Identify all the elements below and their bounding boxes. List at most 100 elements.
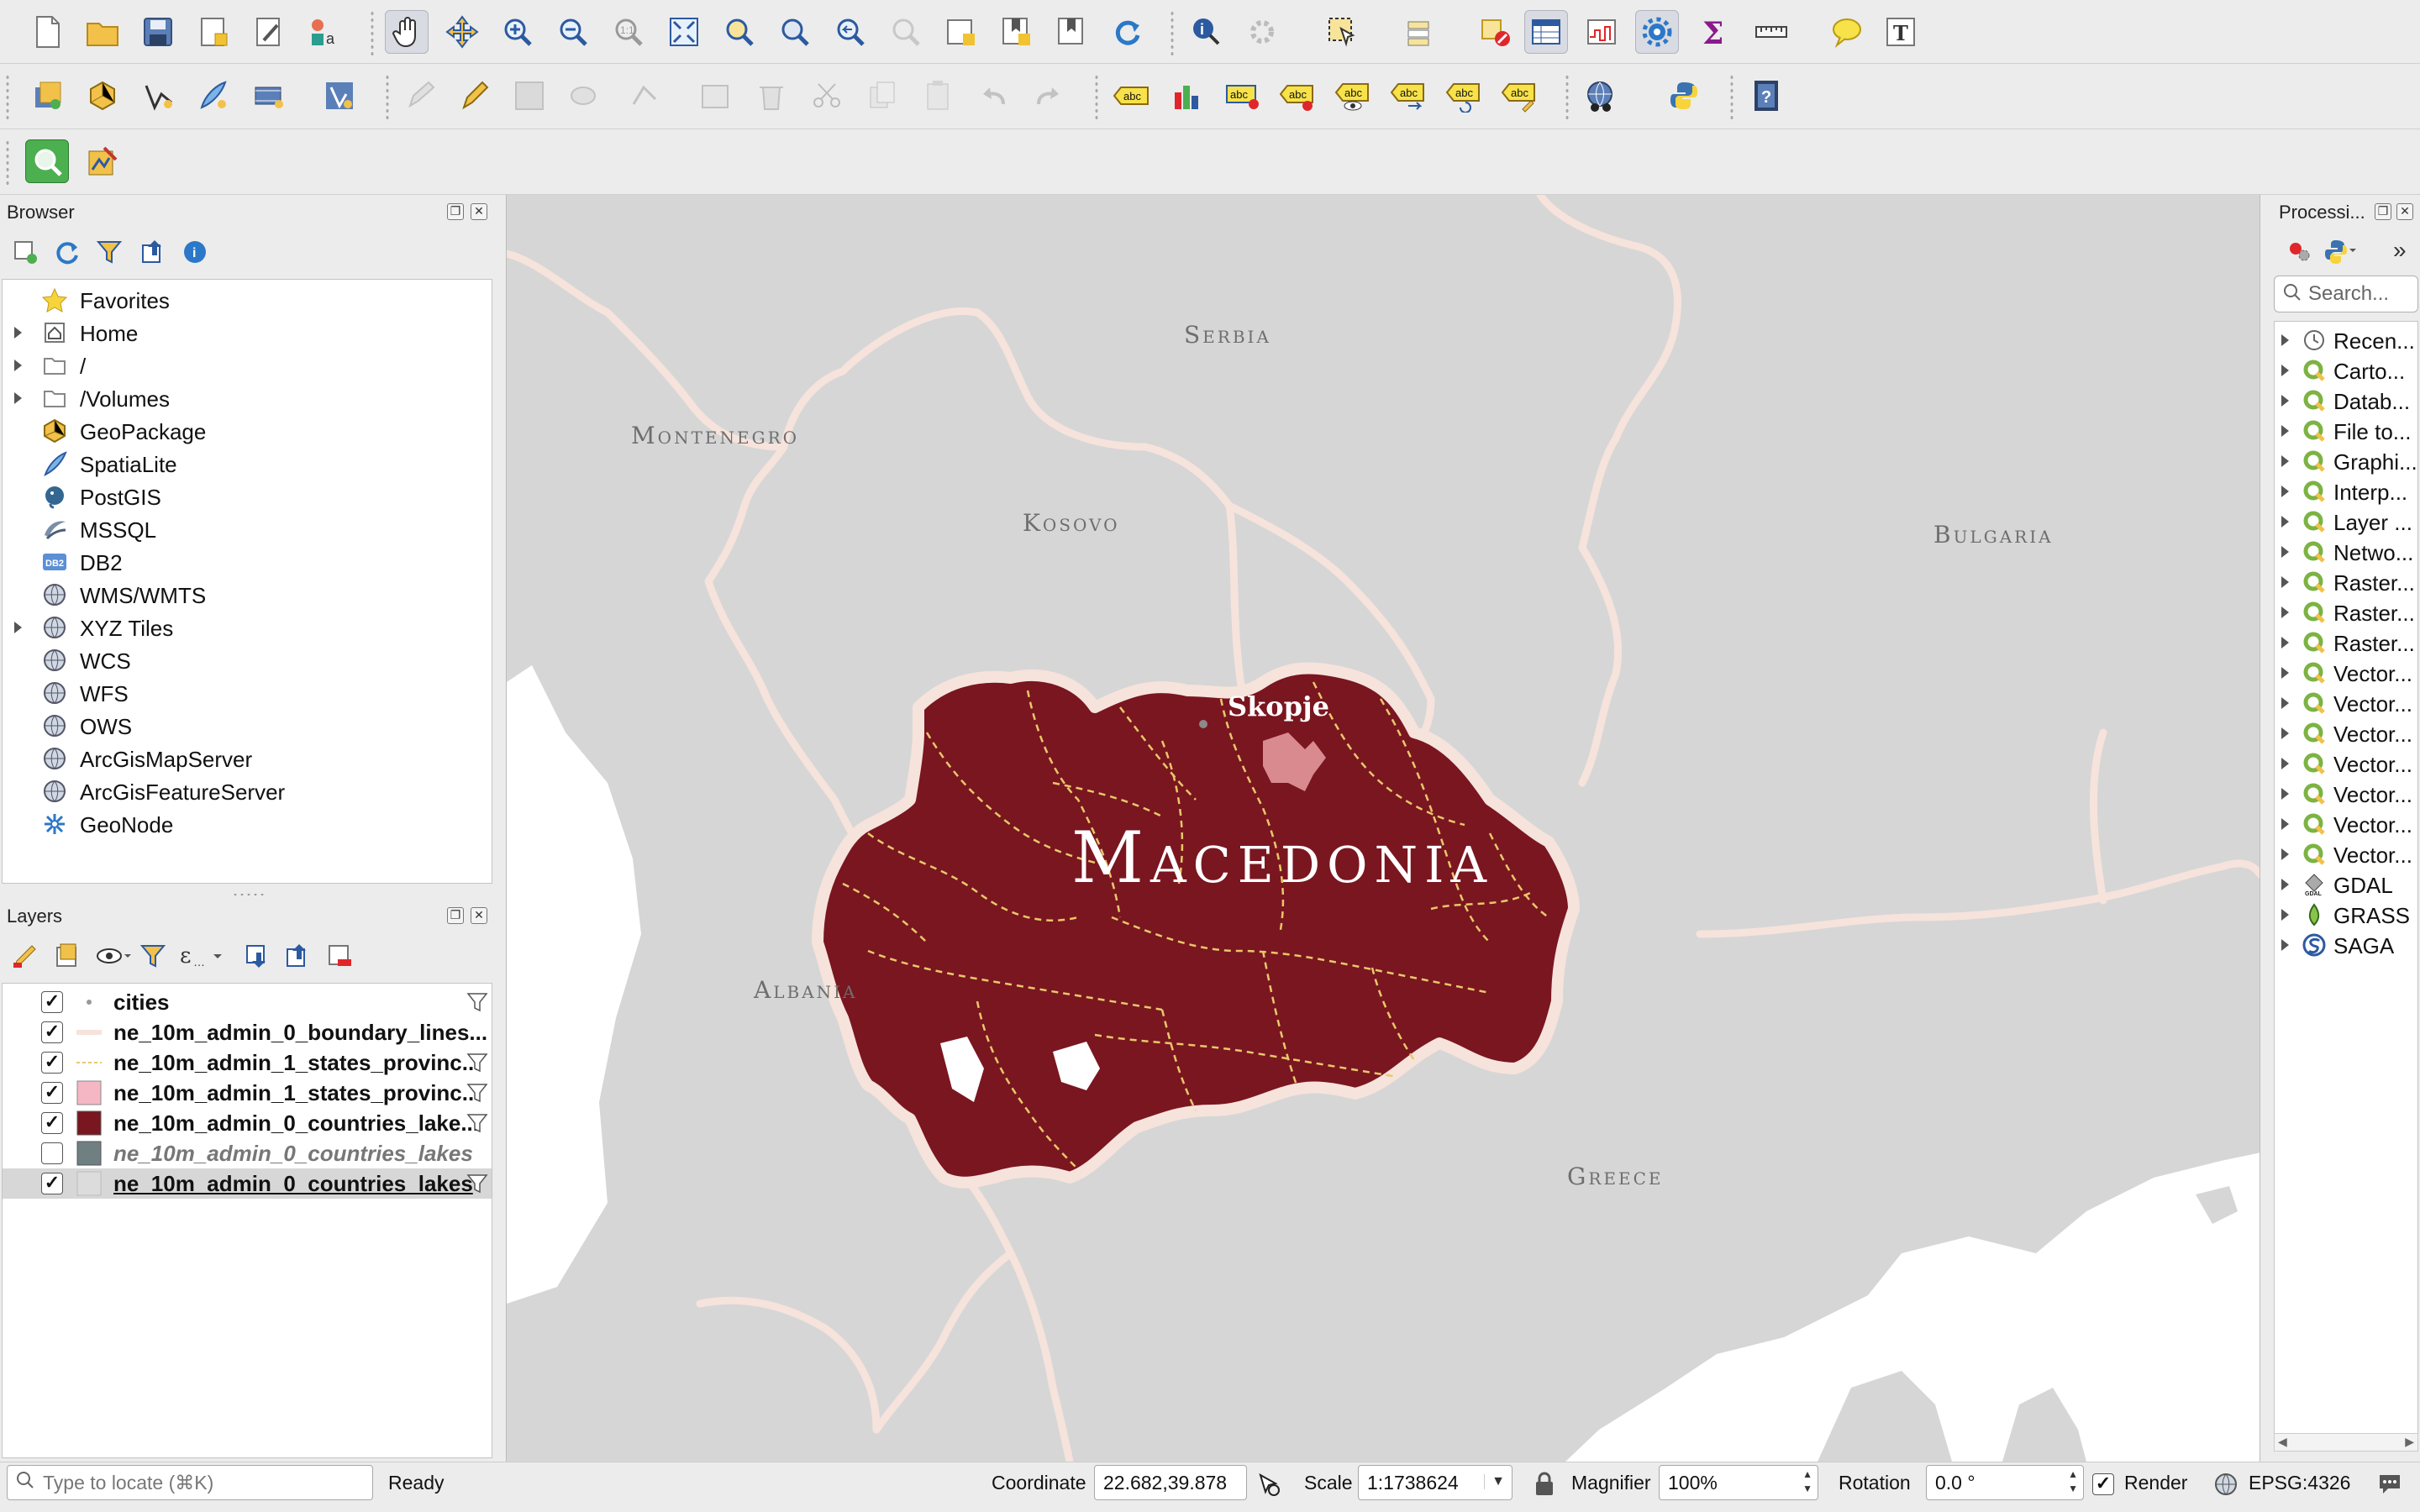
highlight-pinned-labels-icon[interactable]: abc [1276, 74, 1319, 118]
processing-provider-item[interactable]: Raster... [2275, 567, 2417, 597]
expand-arrow-icon[interactable] [2281, 879, 2289, 890]
processing-provider-item[interactable]: Interp... [2275, 476, 2417, 507]
expand-arrow-icon[interactable] [2281, 667, 2289, 679]
move-label-icon[interactable]: abc [1386, 74, 1430, 118]
zoom-last-icon[interactable] [829, 10, 872, 54]
pan-to-selection-icon[interactable] [440, 10, 484, 54]
processing-provider-item[interactable]: File to... [2275, 416, 2417, 446]
coordinate-field[interactable]: 22.682,39.878 [1094, 1465, 1247, 1500]
show-hide-labels-icon[interactable]: abc [1331, 74, 1375, 118]
layer-row[interactable]: ✓ ne_10m_admin_0_boundary_lines... [3, 1017, 492, 1047]
processing-provider-item[interactable]: Vector... [2275, 748, 2417, 779]
map-tips-icon[interactable] [1825, 10, 1869, 54]
attribute-table-icon[interactable] [1524, 10, 1568, 54]
processing-provider-item[interactable]: GDAL GDAL [2275, 869, 2417, 900]
zoom-out-icon[interactable] [551, 10, 595, 54]
expand-arrow-icon[interactable] [2281, 546, 2289, 558]
copy-features-icon[interactable] [860, 74, 904, 118]
layer-visibility-checkbox[interactable]: ✓ [41, 991, 63, 1013]
horizontal-scrollbar[interactable]: ◀ ▶ [2274, 1433, 2418, 1452]
filter-browser-icon[interactable] [96, 239, 123, 265]
browser-item[interactable]: ArcGisFeatureServer [3, 776, 490, 806]
label-tool-icon[interactable]: abc [1109, 74, 1153, 118]
spin-arrows-icon[interactable]: ▲ ▼ [1802, 1467, 1812, 1496]
spin-arrows-icon[interactable]: ▲ ▼ [2068, 1467, 2078, 1496]
expand-all-icon[interactable] [244, 942, 271, 969]
pin-labels-icon[interactable]: abc [1220, 74, 1264, 118]
expand-arrow-icon[interactable] [2281, 788, 2289, 800]
sum-icon[interactable]: Σ [1691, 10, 1734, 54]
paste-features-icon[interactable] [916, 74, 960, 118]
select-by-expression-icon[interactable] [1398, 10, 1442, 54]
modify-attributes-icon[interactable] [694, 74, 738, 118]
magnifier-spinbox[interactable]: 100% ▲ ▼ [1659, 1465, 1818, 1500]
zoom-full-icon[interactable] [662, 10, 706, 54]
expand-arrow-icon[interactable] [2281, 909, 2289, 921]
map-canvas[interactable]: Serbia Montenegro Kosovo Bulgaria Albani… [506, 195, 2260, 1462]
close-panel-button[interactable]: ✕ [471, 203, 487, 220]
expand-arrow-icon[interactable] [2281, 637, 2289, 648]
pan-map-icon[interactable] [385, 10, 429, 54]
float-panel-button[interactable]: ❐ [447, 907, 464, 924]
delete-selected-icon[interactable] [750, 74, 793, 118]
layer-visibility-checkbox[interactable]: ✓ [41, 1112, 63, 1134]
processing-provider-item[interactable]: Vector... [2275, 809, 2417, 839]
processing-provider-item[interactable]: Carto... [2275, 355, 2417, 386]
layer-row[interactable]: ✓ ne_10m_admin_1_states_provinc... [3, 1047, 492, 1078]
add-group-icon[interactable] [54, 942, 81, 969]
browser-item[interactable]: WMS/WMTS [3, 580, 490, 610]
metasearch-icon[interactable] [1580, 74, 1623, 118]
processing-provider-item[interactable]: Vector... [2275, 718, 2417, 748]
float-panel-button[interactable]: ❐ [447, 203, 464, 220]
processing-provider-item[interactable]: Raster... [2275, 597, 2417, 627]
browser-item[interactable]: GeoPackage [3, 416, 490, 446]
zoom-to-selection-icon[interactable] [718, 10, 761, 54]
expand-arrow-icon[interactable] [2281, 606, 2289, 618]
processing-provider-item[interactable]: Layer ... [2275, 507, 2417, 537]
filter-indicator-icon[interactable] [466, 1082, 488, 1104]
rotate-label-icon[interactable]: abc [1442, 74, 1486, 118]
browser-item[interactable]: GeoNode [3, 809, 490, 839]
save-project-icon[interactable] [136, 10, 180, 54]
layer-row[interactable]: ✓ ne_10m_admin_0_countries_lakes [3, 1168, 492, 1199]
undo-icon[interactable] [971, 74, 1015, 118]
new-print-layout-icon[interactable] [192, 10, 235, 54]
expand-arrow-icon[interactable] [2281, 697, 2289, 709]
text-annotation-icon[interactable]: T [1879, 10, 1923, 54]
processing-provider-item[interactable]: Vector... [2275, 658, 2417, 688]
more-tools-icon[interactable]: » [2393, 237, 2407, 264]
measure-line-icon[interactable] [1749, 10, 1793, 54]
filter-by-expression-icon[interactable]: ε… [178, 941, 225, 971]
properties-icon[interactable]: i [182, 239, 208, 265]
layer-row[interactable]: ✓ cities [3, 987, 492, 1017]
manage-map-themes-icon[interactable] [96, 942, 133, 969]
vertex-tool-icon[interactable] [623, 74, 667, 118]
filter-indicator-icon[interactable] [466, 1052, 488, 1074]
new-shapefile-layer-icon[interactable] [136, 74, 180, 118]
new-map-view-icon[interactable] [939, 10, 983, 54]
browser-item[interactable]: Favorites [3, 285, 490, 315]
processing-provider-item[interactable]: Vector... [2275, 688, 2417, 718]
filter-indicator-icon[interactable] [466, 1112, 488, 1134]
layer-visibility-checkbox[interactable]: ✓ [41, 1173, 63, 1194]
processing-provider-item[interactable]: SAGA [2275, 930, 2417, 960]
messages-icon[interactable] [2376, 1472, 2403, 1497]
new-virtual-layer-icon[interactable] [247, 74, 291, 118]
expand-arrow-icon[interactable] [2281, 486, 2289, 497]
render-checkbox[interactable]: ✓ [2092, 1473, 2114, 1495]
processing-provider-item[interactable]: Graphi... [2275, 446, 2417, 476]
filter-legend-icon[interactable] [139, 942, 166, 969]
add-feature-icon[interactable] [561, 74, 605, 118]
float-panel-button[interactable]: ❐ [2375, 203, 2391, 220]
layer-visibility-checkbox[interactable] [41, 1142, 63, 1164]
collapse-all-layers-icon[interactable] [284, 942, 311, 969]
zoom-to-layer-icon[interactable] [773, 10, 817, 54]
crs-globe-icon[interactable] [2213, 1472, 2238, 1497]
diagram-tool-icon[interactable] [1165, 74, 1208, 118]
scale-combobox[interactable]: 1:1738624 ▼ [1358, 1465, 1512, 1500]
run-action-icon[interactable] [1240, 10, 1284, 54]
layer-visibility-checkbox[interactable]: ✓ [41, 1021, 63, 1043]
browser-item[interactable]: WCS [3, 645, 490, 675]
expand-arrow-icon[interactable] [2281, 848, 2289, 860]
expand-arrow-icon[interactable] [2281, 576, 2289, 588]
